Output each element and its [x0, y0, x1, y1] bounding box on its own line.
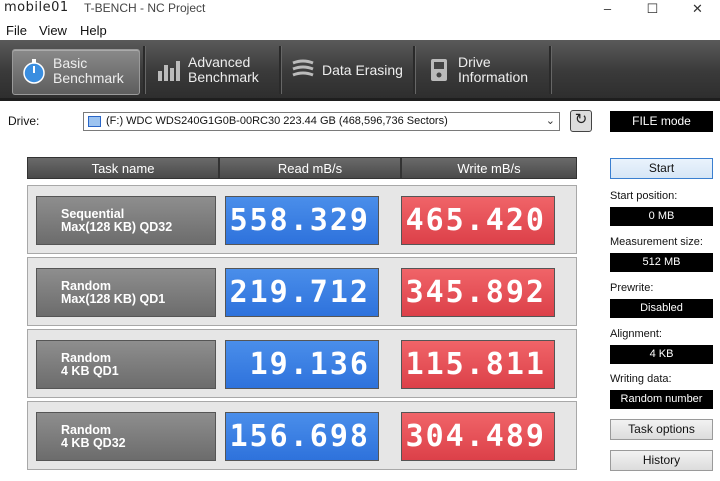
bar-chart-icon	[158, 61, 180, 81]
tab-label: Basic Benchmark	[53, 55, 124, 86]
task-options-button[interactable]: Task options	[610, 419, 713, 440]
tab-label: Advanced Benchmark	[188, 54, 259, 85]
drive-label: Drive:	[8, 114, 40, 128]
menu-bar: File View Help	[0, 20, 720, 40]
divider	[143, 46, 146, 94]
toolbar: Basic Benchmark Advanced Benchmark Data …	[0, 40, 720, 101]
divider	[413, 46, 416, 94]
tab-label: Data Erasing	[322, 62, 403, 78]
write-value: 465.420	[401, 196, 555, 245]
write-value: 304.489	[401, 412, 555, 461]
menu-file[interactable]: File	[6, 23, 27, 38]
read-value: 219.712	[225, 268, 379, 317]
read-value: 19.136	[225, 340, 379, 389]
tab-drive-information[interactable]: Drive Information	[418, 49, 544, 93]
prewrite-label: Prewrite:	[610, 282, 654, 294]
start-button[interactable]: Start	[610, 158, 713, 179]
measurement-size-label: Measurement size:	[610, 236, 703, 248]
window-title: T-BENCH - NC Project	[84, 1, 206, 15]
alignment-label: Alignment:	[610, 328, 662, 340]
file-mode-button[interactable]: FILE mode	[610, 111, 713, 132]
refresh-button[interactable]: ↻	[570, 110, 592, 132]
minimize-button[interactable]: –	[585, 0, 630, 19]
read-value: 156.698	[225, 412, 379, 461]
table-row: Random 4 KB QD1 19.136 115.811	[27, 329, 577, 398]
task-button[interactable]: Random 4 KB QD32	[36, 412, 216, 461]
tab-advanced-benchmark[interactable]: Advanced Benchmark	[148, 49, 274, 93]
writing-data-label: Writing data:	[610, 373, 672, 385]
maximize-button[interactable]: ☐	[630, 0, 675, 19]
tab-data-erasing[interactable]: Data Erasing	[282, 49, 408, 93]
task-button[interactable]: Random Max(128 KB) QD1	[36, 268, 216, 317]
chevron-down-icon: ⌄	[545, 115, 555, 127]
tab-basic-benchmark[interactable]: Basic Benchmark	[12, 49, 140, 95]
watermark: mobile01	[4, 0, 69, 15]
stopwatch-icon	[23, 59, 45, 84]
drive-value: (F:) WDC WDS240G1G0B-00RC30 223.44 GB (4…	[106, 115, 448, 127]
write-value: 115.811	[401, 340, 555, 389]
title-bar: mobile01 T-BENCH - NC Project – ☐ ✕	[0, 0, 720, 19]
drive-icon	[88, 116, 101, 127]
table-row: Random 4 KB QD32 156.698 304.489	[27, 401, 577, 470]
history-button[interactable]: History	[610, 450, 713, 471]
menu-help[interactable]: Help	[80, 23, 107, 38]
writing-data-field[interactable]: Random number	[610, 390, 713, 409]
menu-view[interactable]: View	[39, 23, 67, 38]
write-value: 345.892	[401, 268, 555, 317]
tab-label: Drive Information	[458, 54, 529, 85]
task-button[interactable]: Random 4 KB QD1	[36, 340, 216, 389]
divider	[549, 46, 552, 94]
alignment-field[interactable]: 4 KB	[610, 345, 713, 364]
table-row: Sequential Max(128 KB) QD32 558.329 465.…	[27, 185, 577, 254]
task-button[interactable]: Sequential Max(128 KB) QD32	[36, 196, 216, 245]
start-position-label: Start position:	[610, 190, 678, 202]
header-task-name: Task name	[27, 157, 219, 179]
drive-select[interactable]: (F:) WDC WDS240G1G0B-00RC30 223.44 GB (4…	[83, 112, 560, 131]
read-value: 558.329	[225, 196, 379, 245]
measurement-size-field[interactable]: 512 MB	[610, 253, 713, 272]
prewrite-field[interactable]: Disabled	[610, 299, 713, 318]
close-button[interactable]: ✕	[675, 0, 720, 19]
drive-info-icon	[431, 59, 447, 81]
header-read: Read mB/s	[219, 157, 401, 179]
table-row: Random Max(128 KB) QD1 219.712 345.892	[27, 257, 577, 326]
refresh-icon: ↻	[574, 111, 588, 128]
start-position-field[interactable]: 0 MB	[610, 207, 713, 226]
header-write: Write mB/s	[401, 157, 577, 179]
eraser-icon	[292, 59, 314, 77]
